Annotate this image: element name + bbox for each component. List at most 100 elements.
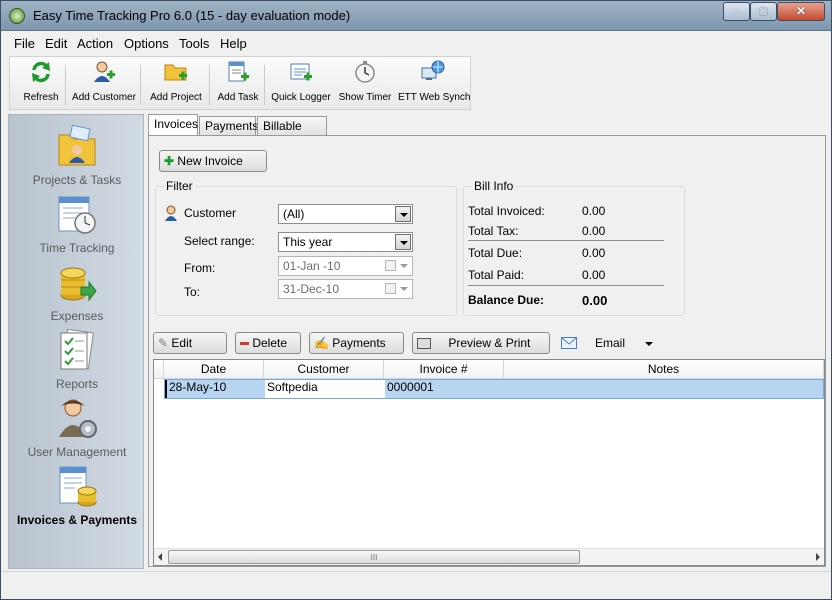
menu-tools[interactable]: Tools [179,36,209,51]
menu-file[interactable]: File [14,36,35,51]
add-customer-button[interactable]: Add Customer [70,60,138,108]
preview-print-button[interactable]: Preview & Print [412,332,550,354]
nav-projects-tasks-label: Projects & Tasks [32,173,122,187]
divider [468,240,664,241]
column-header-invoice[interactable]: Invoice # [384,360,504,379]
close-icon: ✕ [795,4,807,18]
add-task-button[interactable]: Add Task [214,60,262,108]
bill-info-title: Bill Info [472,179,516,193]
toolbar-separator [65,65,66,105]
add-customer-icon [92,60,116,84]
payment-icon: ✍ [314,336,329,350]
horizontal-scrollbar[interactable]: III [154,548,824,565]
nav-time-tracking[interactable]: Time Tracking [9,191,145,259]
nav-expenses-label: Expenses [50,309,104,323]
menu-options[interactable]: Options [124,36,169,51]
total-tax-value: 0.00 [582,224,606,238]
scroll-grip: III [370,553,378,562]
nav-invoices-payments-label: Invoices & Payments [16,513,138,527]
from-label: From: [184,261,216,275]
new-invoice-button[interactable]: ✚ New Invoice [159,150,267,172]
customer-value: (All) [283,207,305,221]
chevron-down-icon [400,287,408,291]
tab-payments[interactable]: Payments [199,116,258,135]
tab-invoices[interactable]: Invoices [148,114,198,136]
add-customer-label: Add Customer [72,92,136,103]
show-timer-button[interactable]: Show Timer [336,60,394,108]
email-dropdown-icon[interactable] [645,342,653,346]
menu-help[interactable]: Help [220,36,247,51]
cell-notes[interactable] [505,380,823,398]
from-date-picker[interactable]: 01-Jan -10 [278,256,413,276]
menu-action[interactable]: Action [77,36,113,51]
table-row[interactable]: 28-May-10 Softpedia 0000001 [164,379,824,399]
filter-title: Filter [164,179,195,193]
menu-edit[interactable]: Edit [45,36,67,51]
nav-user-management[interactable]: User Management [9,395,145,463]
scroll-thumb[interactable]: III [168,550,580,564]
app-clock-icon [9,8,25,24]
add-project-button[interactable]: Add Project [145,60,207,108]
status-bar [1,571,831,599]
column-header-date[interactable]: Date [164,360,264,379]
quick-logger-icon [289,60,313,84]
balance-due-label: Balance Due: [468,293,545,307]
customer-icon [164,205,178,224]
cell-date[interactable]: 28-May-10 [165,380,265,398]
checklist-icon [57,328,97,371]
cell-customer[interactable]: Softpedia [265,380,385,398]
payments-button[interactable]: ✍ Payments [309,332,404,354]
customer-select[interactable]: (All) [278,204,413,224]
refresh-button[interactable]: Refresh [18,60,64,108]
chevron-down-icon[interactable] [395,234,411,250]
edit-button[interactable]: ✎ Edit [153,332,227,354]
divider [468,285,664,286]
toolbar-separator [209,65,210,105]
show-timer-label: Show Timer [338,92,392,103]
maximize-icon: □ [759,4,768,18]
web-synch-icon [421,60,445,84]
maximize-button[interactable]: □ [750,2,777,21]
filter-group: Filter Customer (All) Select range: This… [155,179,457,316]
cell-invoice[interactable]: 0000001 [385,380,505,398]
refresh-label: Refresh [23,92,59,103]
from-date-value: 01-Jan -10 [283,259,341,273]
nav-expenses[interactable]: Expenses [9,259,145,327]
timer-icon [353,60,377,84]
delete-button[interactable]: Delete [235,332,301,354]
invoice-coins-icon [57,465,97,507]
email-button[interactable]: Email [595,336,625,350]
total-paid-value: 0.00 [582,268,606,282]
row-header-corner [154,360,164,379]
scroll-right-icon[interactable] [816,553,820,561]
chevron-down-icon[interactable] [395,206,411,222]
close-button[interactable]: ✕ [777,2,825,21]
minimize-icon: – [733,4,740,18]
plus-icon: ✚ [164,154,175,168]
nav-time-tracking-label: Time Tracking [39,241,115,255]
total-tax-label: Total Tax: [468,224,519,238]
quick-logger-button[interactable]: Quick Logger [270,60,332,108]
column-header-notes[interactable]: Notes [504,360,824,379]
scroll-left-icon[interactable] [158,553,162,561]
add-project-icon [164,60,188,84]
calendar-icon [385,260,396,271]
column-header-customer[interactable]: Customer [264,360,384,379]
range-select[interactable]: This year [278,232,413,252]
pencil-icon: ✎ [158,336,169,350]
to-date-picker[interactable]: 31-Dec-10 [278,279,413,299]
minimize-button[interactable]: – [723,2,750,21]
title-bar[interactable]: Easy Time Tracking Pro 6.0 (15 - day eva… [1,1,831,31]
chevron-down-icon [400,264,408,268]
quick-logger-label: Quick Logger [271,92,331,103]
delete-icon [240,342,249,346]
nav-projects-tasks[interactable]: Projects & Tasks [9,123,145,191]
customer-label: Customer [184,206,237,220]
web-synch-button[interactable]: ETT Web Synch [398,60,470,108]
nav-invoices-payments[interactable]: Invoices & Payments [9,463,145,531]
add-task-label: Add Task [217,92,259,103]
add-task-icon [226,60,250,84]
tab-billable-items[interactable]: Billable Items [257,116,327,147]
nav-reports[interactable]: Reports [9,327,145,395]
window-title: Easy Time Tracking Pro 6.0 (15 - day eva… [33,8,351,23]
